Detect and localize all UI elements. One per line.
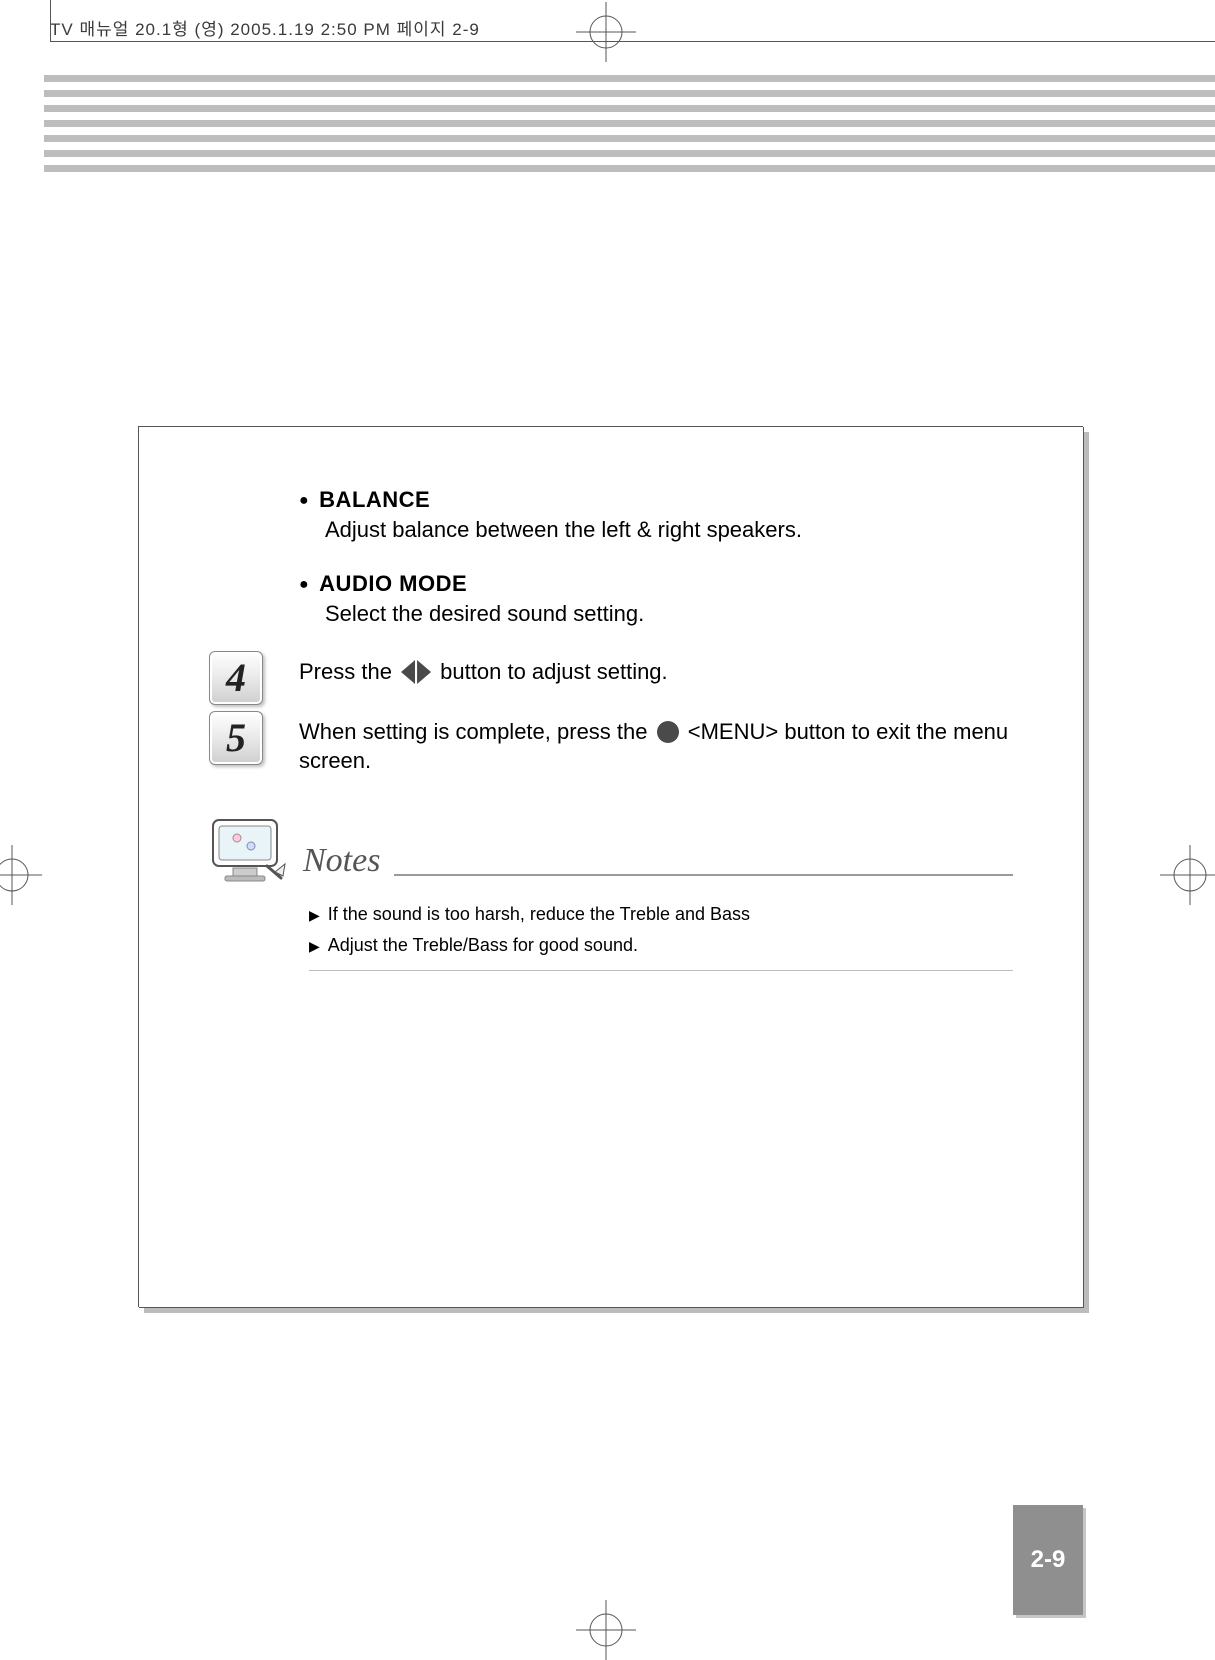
bullet-title: AUDIO MODE	[299, 571, 1013, 597]
bullet-audio-mode: AUDIO MODE Select the desired sound sett…	[299, 571, 1013, 627]
text: When setting is complete, press the	[299, 719, 654, 744]
content-frame: BALANCE Adjust balance between the left …	[138, 426, 1083, 1307]
monitor-icon	[209, 816, 289, 884]
registration-mark-icon	[1160, 845, 1215, 905]
registration-mark-icon	[0, 845, 42, 905]
manual-page: TV 매뉴얼 20.1형 (영) 2005.1.19 2:50 PM 페이지 2…	[0, 0, 1215, 1660]
text: button to adjust setting.	[440, 659, 668, 684]
notes-section: Notes If the sound is too harsh, reduce …	[209, 816, 1013, 971]
page-number: 2-9	[1031, 1546, 1066, 1574]
registration-mark-icon	[576, 2, 636, 62]
step-5: 5 When setting is complete, press the <M…	[209, 717, 1013, 776]
print-meta-header: TV 매뉴얼 20.1형 (영) 2005.1.19 2:50 PM 페이지 2…	[50, 15, 480, 40]
bullet-balance: BALANCE Adjust balance between the left …	[299, 487, 1013, 543]
step-number-badge: 4	[209, 651, 263, 705]
divider	[394, 874, 1013, 876]
page-number-tab: 2-9	[1013, 1505, 1083, 1615]
step-text: When setting is complete, press the <MEN…	[299, 717, 1013, 776]
note-line: If the sound is too harsh, reduce the Tr…	[309, 904, 1013, 925]
note-line: Adjust the Treble/Bass for good sound.	[309, 935, 1013, 956]
left-right-arrow-icon	[401, 660, 431, 684]
bullet-desc: Select the desired sound setting.	[325, 601, 1013, 627]
step-number-badge: 5	[209, 711, 263, 765]
menu-button-icon	[657, 721, 679, 743]
crop-line	[50, 0, 51, 41]
step-4: 4 Press the button to adjust setting.	[209, 657, 1013, 687]
notes-heading: Notes	[303, 842, 380, 884]
divider	[309, 970, 1013, 971]
registration-mark-icon	[576, 1600, 636, 1660]
bullet-desc: Adjust balance between the left & right …	[325, 517, 1013, 543]
step-text: Press the button to adjust setting.	[299, 657, 1013, 687]
header-stripe-band	[44, 75, 1215, 175]
text: Press the	[299, 659, 398, 684]
bullet-title: BALANCE	[299, 487, 1013, 513]
